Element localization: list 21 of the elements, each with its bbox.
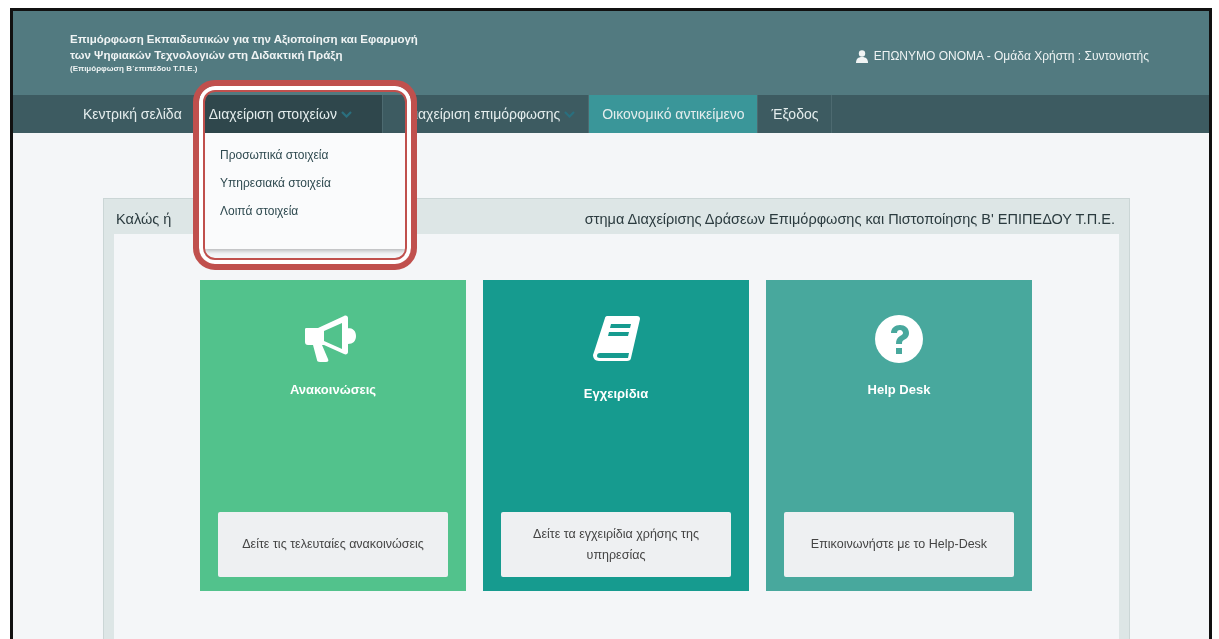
menu-item[interactable]: Υπηρεσιακά στοιχεία: [205, 175, 405, 191]
menu-item[interactable]: Προσωπικά στοιχεία: [205, 147, 405, 163]
user-icon: [855, 49, 868, 63]
help-icon: [874, 314, 924, 364]
caret-icon: [564, 110, 576, 118]
site-title: των Ψηφιακών Τεχνολογιών στη Διδακτική Πράξη: [70, 48, 344, 63]
welcome-heading: στημα Διαχείρισης Δράσεων Επιμόρφωσης και Πιστοποίησης Β' ΕΠΙΠΕΔΟΥ Τ.Π.Ε.: [584, 211, 1115, 229]
menu-item[interactable]: Λοιπά στοιχεία: [205, 203, 405, 219]
card-button[interactable]: Δείτε τις τελευταίες ανακοινώσεις: [218, 512, 448, 577]
nav-item[interactable]: Κεντρική σελίδα: [70, 95, 196, 133]
caret-icon: [340, 110, 352, 118]
card-title: Ανακοινώσεις: [289, 382, 377, 397]
site-title: Επιμόρφωση Εκπαιδευτικών για την Αξιοποίηση και Εφαρμογή: [70, 32, 418, 47]
card-button[interactable]: Επικοινωνήστε με το Help-Desk: [784, 512, 1014, 577]
card-title: Help Desk: [867, 382, 931, 397]
nav-item[interactable]: Έξοδος: [758, 95, 833, 133]
welcome-heading: Καλώς ή: [116, 211, 172, 229]
user-info: ΕΠΩΝΥΜΟ ΟΝΟΜΑ - Ομάδα Χρήστη : Συντονιστής: [873, 49, 1149, 63]
card-button[interactable]: Δείτε τα εγχειρίδια χρήσης της υπηρεσίας: [501, 512, 731, 577]
site-subtitle: (Επιμόρφωση Β΄επιπέδου Τ.Π.Ε.): [70, 63, 199, 74]
card-title: Εγχειρίδια: [583, 386, 649, 401]
